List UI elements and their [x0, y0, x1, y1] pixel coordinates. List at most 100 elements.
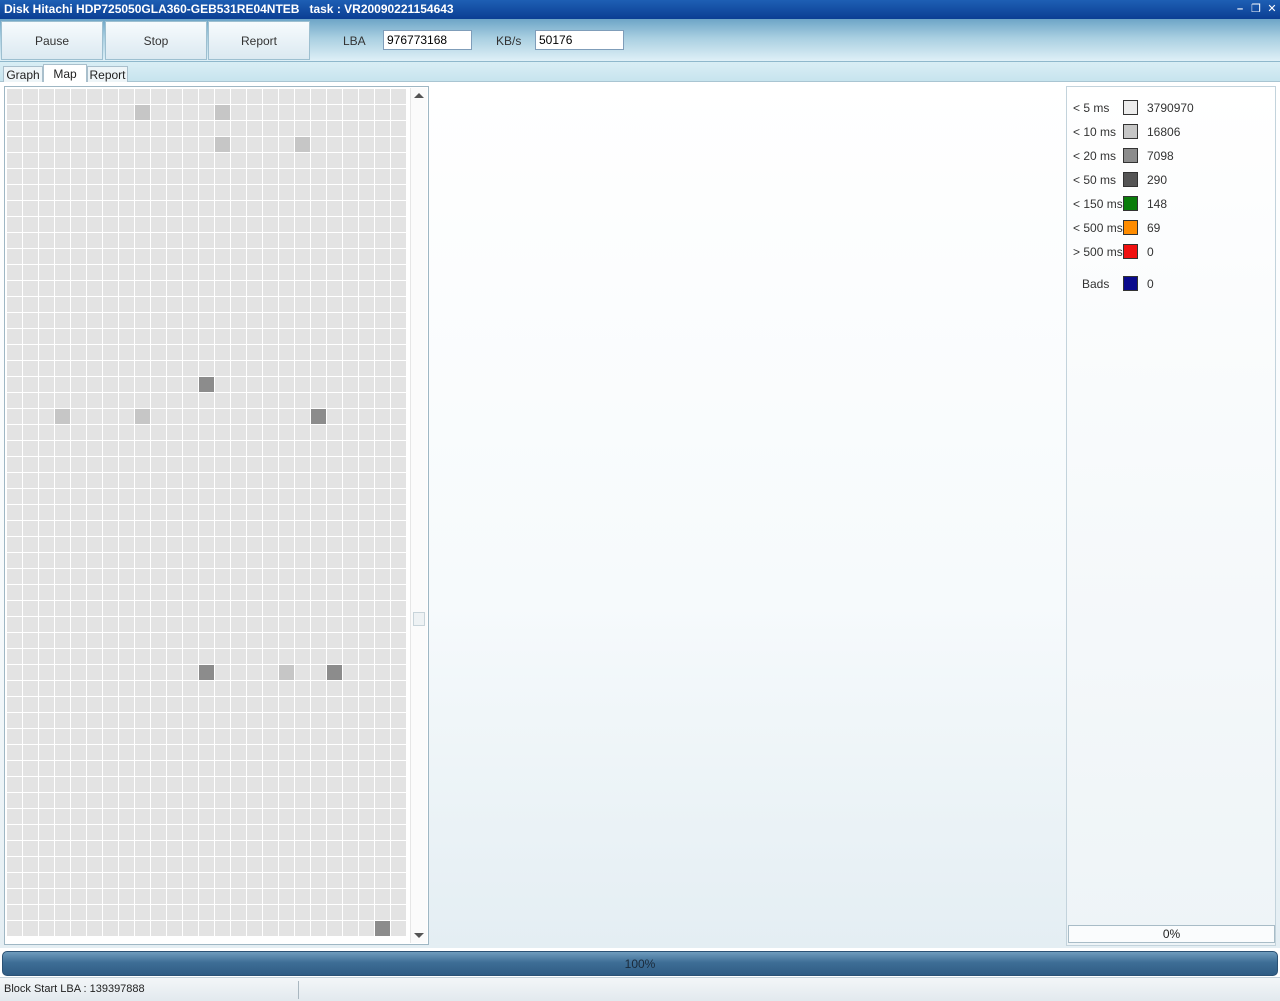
map-block	[231, 729, 246, 744]
map-block	[263, 729, 278, 744]
map-block	[279, 633, 294, 648]
map-block	[103, 553, 118, 568]
minimize-icon[interactable]: –	[1233, 2, 1247, 16]
map-block	[311, 137, 326, 152]
map-block	[231, 297, 246, 312]
map-block	[247, 697, 262, 712]
map-block	[119, 345, 134, 360]
map-block	[343, 153, 358, 168]
map-block	[7, 153, 22, 168]
map-block	[71, 393, 86, 408]
map-block	[119, 873, 134, 888]
map-block	[327, 249, 342, 264]
map-block	[119, 329, 134, 344]
map-block	[103, 921, 118, 936]
map-block	[247, 729, 262, 744]
map-block	[119, 745, 134, 760]
map-block	[231, 425, 246, 440]
map-block	[343, 649, 358, 664]
map-block	[7, 121, 22, 136]
map-block	[183, 329, 198, 344]
map-block	[327, 793, 342, 808]
map-block	[119, 537, 134, 552]
map-block	[375, 857, 390, 872]
legend-swatch	[1123, 196, 1138, 211]
map-block	[327, 217, 342, 232]
map-block-highlighted	[215, 105, 230, 120]
map-block	[215, 921, 230, 936]
map-block	[7, 425, 22, 440]
map-block	[295, 265, 310, 280]
map-block	[167, 105, 182, 120]
map-block	[103, 617, 118, 632]
map-block	[183, 233, 198, 248]
map-block	[103, 137, 118, 152]
map-block	[7, 777, 22, 792]
map-block	[343, 857, 358, 872]
scroll-down-icon[interactable]	[414, 933, 424, 938]
map-block	[39, 297, 54, 312]
map-block	[199, 361, 214, 376]
pause-button[interactable]: Pause	[1, 21, 103, 60]
map-block	[167, 841, 182, 856]
map-block	[87, 649, 102, 664]
map-block	[327, 585, 342, 600]
map-block	[375, 793, 390, 808]
map-block	[279, 569, 294, 584]
report-button[interactable]: Report	[208, 21, 310, 60]
map-block	[199, 89, 214, 104]
map-block	[215, 521, 230, 536]
toolbar: Pause Stop Report LBA KB/s	[0, 19, 1280, 62]
map-block	[135, 137, 150, 152]
map-block	[215, 329, 230, 344]
map-block	[391, 553, 406, 568]
map-block	[247, 841, 262, 856]
map-block	[279, 825, 294, 840]
map-block	[391, 681, 406, 696]
map-block	[87, 89, 102, 104]
tab-graph[interactable]: Graph	[3, 66, 43, 83]
map-block	[391, 713, 406, 728]
legend-progress: 0%	[1068, 925, 1275, 943]
map-scrollbar[interactable]	[410, 88, 427, 943]
map-block	[151, 745, 166, 760]
map-block	[343, 601, 358, 616]
map-block	[7, 697, 22, 712]
map-block	[343, 633, 358, 648]
map-block	[231, 233, 246, 248]
map-block	[151, 697, 166, 712]
map-block	[71, 553, 86, 568]
map-block	[215, 681, 230, 696]
map-block	[119, 857, 134, 872]
stop-button[interactable]: Stop	[105, 21, 207, 60]
close-icon[interactable]: ✕	[1265, 2, 1279, 16]
map-block	[359, 153, 374, 168]
map-block	[295, 553, 310, 568]
restore-icon[interactable]: ❐	[1249, 2, 1263, 16]
status-separator	[298, 981, 299, 999]
map-block	[375, 265, 390, 280]
scroll-thumb[interactable]	[413, 612, 425, 626]
map-block	[23, 921, 38, 936]
map-block	[39, 137, 54, 152]
kbs-field[interactable]	[535, 30, 624, 50]
map-block	[183, 489, 198, 504]
map-block	[343, 297, 358, 312]
map-block	[39, 521, 54, 536]
map-block	[119, 249, 134, 264]
map-block	[135, 681, 150, 696]
map-block	[391, 537, 406, 552]
tab-map[interactable]: Map	[43, 64, 87, 83]
lba-field[interactable]	[383, 30, 472, 50]
map-block	[391, 921, 406, 936]
map-block	[263, 681, 278, 696]
scroll-up-icon[interactable]	[414, 93, 424, 98]
map-block	[103, 473, 118, 488]
map-block	[375, 345, 390, 360]
map-block	[199, 761, 214, 776]
tab-report[interactable]: Report	[87, 66, 128, 83]
map-block	[215, 153, 230, 168]
map-block	[71, 457, 86, 472]
map-block	[39, 169, 54, 184]
map-block	[7, 265, 22, 280]
